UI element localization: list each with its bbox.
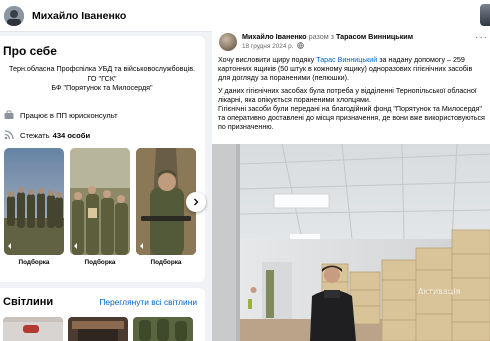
profile-name[interactable]: Михайло Іваненко	[32, 10, 126, 22]
about-card: Про себе Терн.обласна Профспілка УБД та …	[0, 36, 206, 282]
chevron-right-icon	[194, 198, 199, 206]
post-text-segment: за надану допомогу – 259	[379, 56, 465, 64]
story-label: Подборка	[84, 259, 116, 266]
post-tagged-person[interactable]: Тарасом Винницьким	[336, 32, 413, 41]
photos-card: Світлини Переглянути всі світлини	[0, 288, 205, 341]
post-author-line: Михайло Іваненко разом з Тарасом Винниць…	[242, 32, 413, 41]
post-date-row: 18 грудня 2024 р.	[242, 42, 304, 51]
post-options-icon[interactable]: ···	[475, 32, 488, 43]
bio-text: Терн.обласна Профспілка УБД та військово…	[4, 64, 200, 93]
briefcase-icon	[4, 110, 14, 120]
about-title: Про себе	[3, 44, 57, 58]
story-label: Подборка	[150, 259, 182, 266]
globe-icon	[296, 42, 304, 51]
post-photo[interactable]: Активація	[212, 144, 490, 341]
post-text-segment: для догляду за пораненими (пелюшки).	[218, 74, 349, 83]
bio-line: БФ "Порятунок та Милосердя"	[51, 83, 153, 93]
post-author-name[interactable]: Михайло Іваненко	[242, 32, 307, 41]
post-paragraph: Хочу висловити щиру подяку Тарас Винниць…	[218, 56, 490, 84]
photos-title: Світлини	[3, 296, 54, 308]
featured-stories: Подборка Подборка Подборка	[4, 148, 206, 288]
post-card: Михайло Іваненко разом з Тарасом Винниць…	[212, 26, 490, 341]
stories-next-button[interactable]	[186, 192, 206, 212]
post-text-segment: Хочу висловити щиру подяку	[218, 56, 315, 64]
followers-info-row: Стежать 434 особи	[4, 130, 90, 140]
post-text-segment: картонних ящиків (50 штук в кожному ящик…	[218, 65, 473, 74]
post-paragraph: У даних гігієнічних засобах була потреба…	[218, 87, 490, 133]
post-date[interactable]: 18 грудня 2024 р.	[242, 43, 294, 50]
post-author-avatar[interactable]	[219, 33, 237, 51]
story-thumbnail[interactable]	[4, 148, 64, 255]
header-right-avatar[interactable]	[480, 4, 490, 26]
bio-line: Терн.обласна Профспілка УБД та військово…	[8, 64, 196, 73]
post-text-segment: лікарні, яка опікується пораненими хлопц…	[218, 95, 371, 104]
post-text-segment: У даних гігієнічних засобах була потреба…	[218, 86, 477, 95]
bio-line: ГО "ГСК"	[87, 73, 117, 83]
followers-prefix: Стежать	[20, 130, 50, 140]
svg-text:Активація: Активація	[418, 287, 460, 296]
post-mention-link[interactable]: Тарас Винницький	[316, 56, 377, 64]
story-thumbnail[interactable]	[70, 148, 130, 255]
photo-thumbnail[interactable]	[68, 317, 128, 341]
followers-count[interactable]: 434 особи	[53, 131, 91, 140]
work-info-row: Працює в ПП юрисконсульт	[4, 110, 118, 120]
post-text-segment: та оперативно доставлені до місця призна…	[218, 114, 485, 123]
profile-avatar[interactable]	[4, 5, 24, 26]
story-label: Подборка	[18, 259, 50, 266]
post-text: Хочу висловити щиру подяку Тарас Винниць…	[218, 56, 490, 136]
work-text: Працює в ПП юрисконсульт	[20, 110, 118, 120]
post-text-segment: Гігієнічні засоби були передані на благо…	[218, 105, 482, 114]
post-with-text: разом з	[308, 32, 334, 41]
photo-thumbnail[interactable]	[133, 317, 193, 341]
post-text-segment: по призначенню.	[218, 123, 274, 132]
photo-thumbnail[interactable]	[3, 317, 63, 341]
rss-icon	[4, 130, 14, 140]
see-all-photos-link[interactable]: Переглянути всі світлини	[99, 297, 197, 307]
